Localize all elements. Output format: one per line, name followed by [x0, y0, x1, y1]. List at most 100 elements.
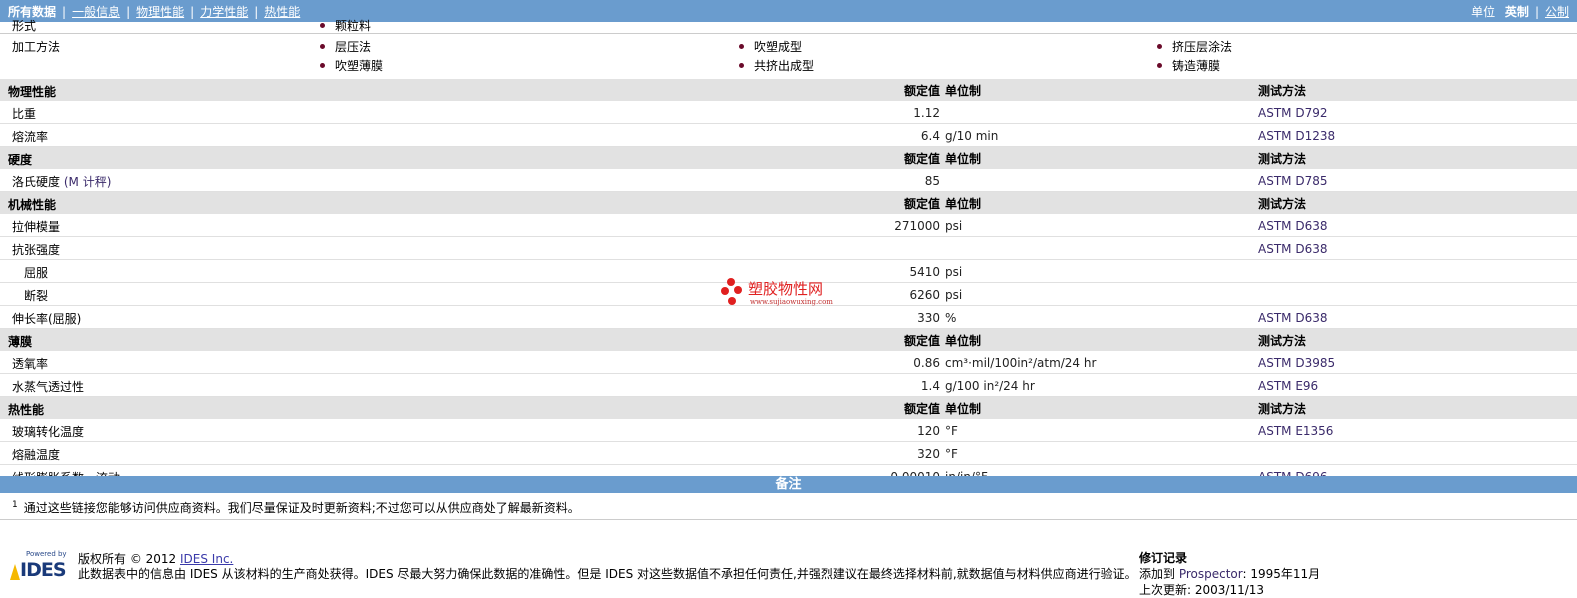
property-unit: g/10 min: [945, 129, 999, 143]
property-unit: g/100 in²/24 hr: [945, 379, 1035, 393]
property-value: 85: [924, 174, 940, 188]
property-name: 比重: [12, 107, 37, 121]
property-value: 6.4: [920, 129, 940, 143]
section-header: 机械性能 额定值 单位制 测试方法: [0, 192, 1577, 214]
disclaimer: 此数据表中的信息由 IDES 从该材料的生产商处获得。IDES 尽最大努力确保此…: [78, 567, 1137, 581]
property-qualifier: (M 计秤): [63, 175, 112, 189]
col-method-header: 测试方法: [1258, 84, 1307, 98]
bullet-icon: [739, 44, 744, 49]
section-header: 硬度 额定值 单位制 测试方法: [0, 147, 1577, 169]
note-body: 通过这些链接您能够访问供应商资料。我们尽量保证及时更新资料;不过您可以从供应商处…: [23, 501, 580, 515]
property-name: 洛氏硬度 (M 计秤): [12, 175, 112, 189]
property-name: 熔融温度: [12, 448, 61, 462]
col-unit-header: 单位制: [945, 84, 982, 98]
process-label: 加工方法: [12, 40, 61, 54]
footer: Powered by IDES 版权所有 © 2012 IDES Inc. 此数…: [0, 546, 1577, 597]
col-method-header: 测试方法: [1258, 152, 1307, 166]
process-item: 层压法: [320, 38, 371, 55]
process-item: 吹塑薄膜: [320, 57, 383, 74]
test-method-link[interactable]: ASTM D785: [1258, 174, 1327, 188]
table-row: 抗张强度 ASTM D638: [0, 237, 1577, 260]
prospector-link[interactable]: Prospector: [1179, 567, 1243, 581]
test-method-link[interactable]: ASTM E96: [1258, 379, 1318, 393]
test-method-link[interactable]: ASTM D792: [1258, 106, 1327, 120]
col-value-header: 额定值: [903, 197, 940, 211]
col-method-header: 测试方法: [1258, 402, 1307, 416]
section-title: 薄膜: [8, 335, 33, 349]
section-title: 热性能: [8, 403, 45, 417]
general-info: 形式 颗粒料 加工方法 层压法 吹塑成型 挤压层涂法 吹塑薄膜 共挤出成型 铸造…: [0, 19, 1577, 77]
property-unit: psi: [945, 219, 963, 233]
col-unit-header: 单位制: [945, 152, 982, 166]
form-row: 形式 颗粒料: [0, 16, 1577, 33]
table-row: 拉伸模量 271000 psi ASTM D638: [0, 214, 1577, 237]
property-value: 330: [917, 311, 940, 325]
property-value: 0.86: [913, 356, 940, 370]
revision-title: 修订记录: [1139, 551, 1188, 565]
property-name: 屈服: [24, 266, 49, 280]
property-unit: °F: [945, 424, 958, 438]
col-unit-header: 单位制: [945, 402, 982, 416]
test-method-link[interactable]: ASTM D638: [1258, 242, 1327, 256]
test-method-link[interactable]: ASTM D1238: [1258, 129, 1335, 143]
watermark-dots-icon: [721, 278, 742, 305]
col-value-header: 额定值: [903, 402, 940, 416]
col-unit-header: 单位制: [945, 334, 982, 348]
col-value-header: 额定值: [903, 152, 940, 166]
property-value: 1.4: [920, 379, 940, 393]
table-row: 熔融温度 320 °F: [0, 442, 1577, 465]
watermark-url: www.sujiaowuxing.com: [750, 298, 833, 306]
test-method-link[interactable]: ASTM D638: [1258, 219, 1327, 233]
table-row: 比重 1.12 ASTM D792: [0, 101, 1577, 124]
property-value: 271000: [894, 219, 940, 233]
property-unit: %: [945, 311, 957, 325]
section-title: 物理性能: [8, 85, 57, 99]
table-row: 洛氏硬度 (M 计秤) 85 ASTM D785: [0, 169, 1577, 192]
process-item: 吹塑成型: [739, 38, 802, 55]
section-title: 硬度: [8, 153, 33, 167]
company-link[interactable]: IDES Inc.: [180, 552, 233, 566]
divider: [0, 33, 1577, 34]
ides-logo[interactable]: Powered by IDES: [6, 550, 68, 586]
section-title: 机械性能: [8, 198, 57, 212]
property-name: 伸长率(屈服): [12, 312, 82, 326]
watermark: 塑胶物性网 www.sujiaowuxing.com: [720, 276, 860, 310]
test-method-link[interactable]: ASTM E1356: [1258, 424, 1333, 438]
bullet-icon: [739, 63, 744, 68]
logo-wordmark: IDES: [20, 559, 67, 581]
property-value: 1.12: [913, 106, 940, 120]
form-label: 形式: [12, 19, 37, 33]
property-name: 熔流率: [12, 130, 49, 144]
process-row: 加工方法 层压法 吹塑成型 挤压层涂法 吹塑薄膜 共挤出成型 铸造薄膜: [0, 35, 1577, 75]
property-name: 水蒸气透过性: [12, 380, 85, 394]
note-superscript: 1: [12, 500, 18, 510]
property-unit: psi: [945, 288, 963, 302]
process-item: 挤压层涂法: [1157, 38, 1232, 55]
section-header: 物理性能 额定值 单位制 测试方法: [0, 79, 1577, 101]
test-method-link[interactable]: ASTM D638: [1258, 311, 1327, 325]
property-name: 抗张强度: [12, 243, 61, 257]
logo-powered-text: Powered by: [26, 550, 67, 558]
table-row: 玻璃转化温度 120 °F ASTM E1356: [0, 419, 1577, 442]
bullet-icon: [320, 23, 325, 28]
property-unit: cm³·mil/100in²/atm/24 hr: [945, 356, 1097, 370]
property-unit: psi: [945, 265, 963, 279]
table-row: 透氧率 0.86 cm³·mil/100in²/atm/24 hr ASTM D398…: [0, 351, 1577, 374]
process-item: 共挤出成型: [739, 57, 814, 74]
table-row: 水蒸气透过性 1.4 g/100 in²/24 hr ASTM E96: [0, 374, 1577, 397]
property-value: 120: [917, 424, 940, 438]
bullet-icon: [320, 44, 325, 49]
watermark-title: 塑胶物性网: [748, 280, 824, 298]
col-unit-header: 单位制: [945, 197, 982, 211]
property-name: 玻璃转化温度: [12, 425, 85, 439]
revision-updated: 上次更新: 2003/11/13: [1139, 583, 1265, 597]
revision-added: 添加到 Prospector: 1995年11月: [1139, 567, 1321, 581]
divider: [0, 519, 1577, 520]
section-header: 热性能 额定值 单位制 测试方法: [0, 397, 1577, 419]
property-name: 透氧率: [12, 357, 49, 371]
table-row: 熔流率 6.4 g/10 min ASTM D1238: [0, 124, 1577, 147]
test-method-link[interactable]: ASTM D3985: [1258, 356, 1335, 370]
property-name: 拉伸模量: [12, 220, 61, 234]
col-method-header: 测试方法: [1258, 197, 1307, 211]
property-value: 6260: [909, 288, 940, 302]
